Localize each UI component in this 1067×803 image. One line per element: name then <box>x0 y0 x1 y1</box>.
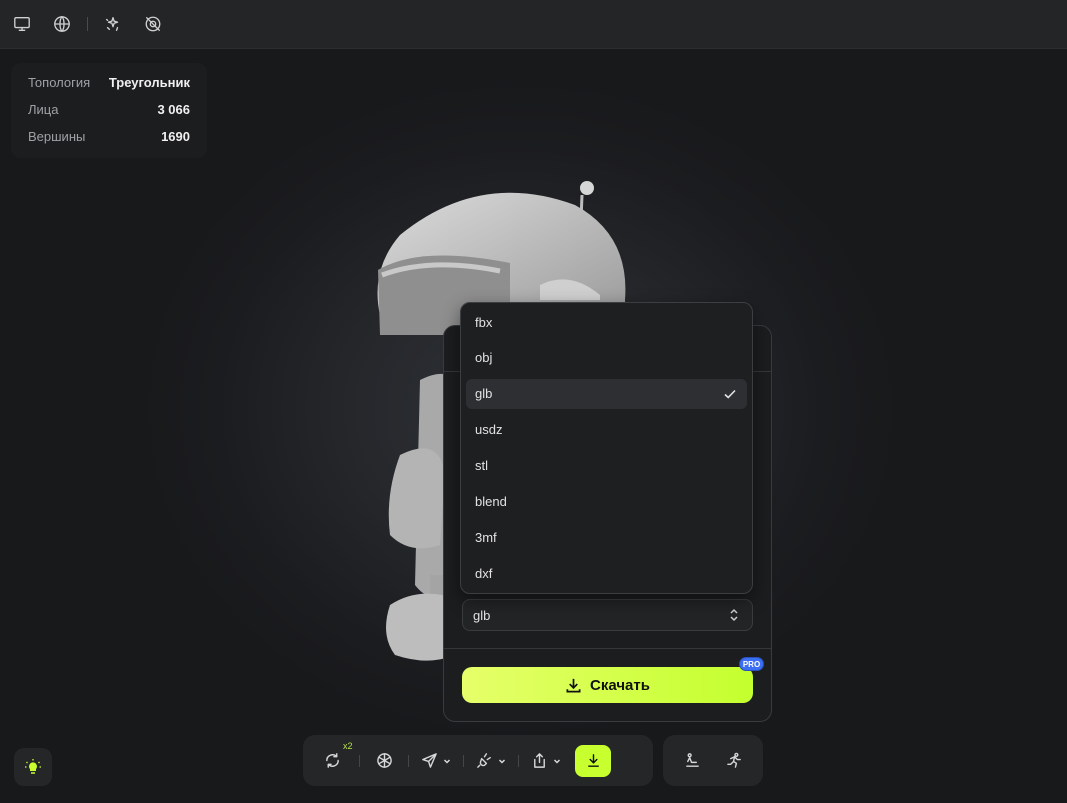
stat-row-vertices: Вершины 1690 <box>28 128 190 155</box>
option-label: 3mf <box>475 529 497 545</box>
option-label: usdz <box>475 422 503 438</box>
share-icon <box>534 753 545 768</box>
pose-icon <box>685 753 699 767</box>
toolbar-divider <box>87 17 88 31</box>
stat-row-faces: Лица 3 066 <box>28 101 190 128</box>
pro-badge: PRO <box>739 657 764 671</box>
plug-icon <box>477 753 491 768</box>
option-label: dxf <box>475 565 493 581</box>
format-option-glb[interactable]: glb <box>466 378 747 409</box>
format-option-obj[interactable]: obj <box>466 343 747 373</box>
option-label: stl <box>475 458 488 474</box>
format-dropdown: fbx obj glb usdz stl blend 3mf dxf <box>460 302 753 594</box>
chevron-down-icon <box>498 758 506 764</box>
run-icon <box>726 752 741 768</box>
toolbar-divider <box>518 754 519 767</box>
monitor-icon[interactable] <box>9 11 35 37</box>
chevron-updown-icon <box>730 608 738 622</box>
option-label: blend <box>475 493 507 509</box>
mesh-icon <box>376 753 392 768</box>
download-button[interactable]: Скачать <box>462 667 753 703</box>
stat-value: 1690 <box>161 129 190 144</box>
share-menu-button[interactable] <box>531 745 561 777</box>
mesh-stats-panel: Топология Треугольник Лица 3 066 Вершины… <box>11 63 207 158</box>
stat-row-topology: Топология Треугольник <box>28 74 190 101</box>
pose-button[interactable] <box>677 745 707 777</box>
option-label: fbx <box>475 314 493 330</box>
toolbar-divider <box>359 754 360 767</box>
download-button-label: Скачать <box>590 676 650 694</box>
toolbar-divider <box>408 754 409 767</box>
format-option-dxf[interactable]: dxf <box>466 558 747 588</box>
lighting-toggle-button[interactable] <box>14 748 52 786</box>
format-option-fbx[interactable]: fbx <box>466 307 747 337</box>
format-select-value: glb <box>473 607 491 623</box>
stat-value: 3 066 <box>157 102 190 117</box>
globe-icon[interactable] <box>49 11 75 37</box>
x2-badge: x2 <box>343 740 353 751</box>
sparkle-icon[interactable] <box>100 11 126 37</box>
format-option-stl[interactable]: stl <box>466 451 747 481</box>
format-option-blend[interactable]: blend <box>466 486 747 516</box>
refresh-icon <box>325 753 339 768</box>
bottom-toolbar: x2 <box>303 735 653 786</box>
mesh-button[interactable] <box>372 745 396 777</box>
option-label: glb <box>475 386 493 402</box>
top-toolbar <box>0 0 1067 49</box>
download-icon <box>587 754 599 767</box>
stat-label: Вершины <box>28 129 86 144</box>
check-icon <box>724 389 736 399</box>
animate-button[interactable] <box>719 745 749 777</box>
chevron-down-icon <box>553 758 561 764</box>
send-menu-button[interactable] <box>421 745 451 777</box>
chevron-down-icon <box>443 758 451 764</box>
stat-label: Лица <box>28 102 59 117</box>
stat-label: Топология <box>28 75 91 90</box>
send-icon <box>422 753 437 768</box>
toolbar-divider <box>463 754 464 767</box>
format-option-3mf[interactable]: 3mf <box>466 522 747 552</box>
download-icon <box>566 678 581 692</box>
format-select[interactable]: glb <box>462 599 753 631</box>
no-texture-icon[interactable] <box>140 11 166 37</box>
option-label: obj <box>475 350 493 366</box>
refresh-button[interactable]: x2 <box>317 741 353 777</box>
animation-toolbar <box>663 735 763 786</box>
stat-value: Треугольник <box>108 75 190 90</box>
panel-divider <box>444 648 771 649</box>
download-toolbar-button[interactable] <box>575 744 611 777</box>
format-option-usdz[interactable]: usdz <box>466 415 747 445</box>
plug-menu-button[interactable] <box>476 745 506 777</box>
lightbulb-icon <box>25 759 41 774</box>
